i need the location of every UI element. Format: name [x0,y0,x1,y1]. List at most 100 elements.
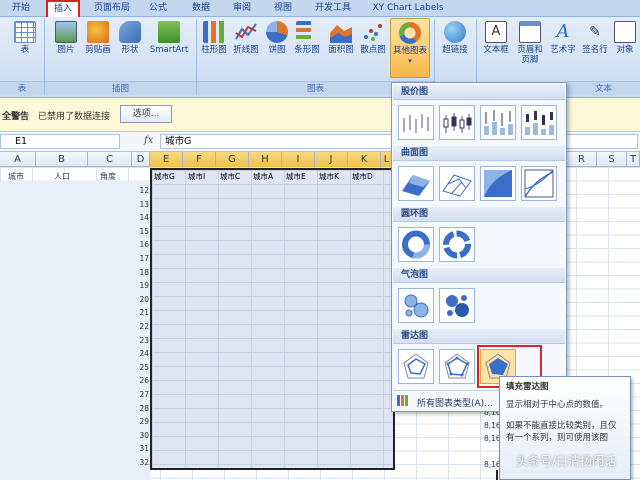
tab-review[interactable]: 审阅 [226,0,258,17]
tab-view[interactable]: 视图 [266,0,300,17]
scatter-chart-label: 散点图 [360,45,386,55]
stock-chart-thumb-4[interactable] [521,105,557,140]
row-number[interactable]: 29 [133,417,149,426]
radar-chart-thumb-1[interactable] [398,349,434,384]
row-number[interactable]: 26 [133,376,149,385]
tab-formulas[interactable]: 公式 [142,0,174,17]
textbox-button[interactable]: A 文本框 [480,21,512,55]
column-header[interactable]: S [597,152,627,167]
row-number[interactable]: 13 [133,200,149,209]
signature-line-button[interactable]: ✎ 签名行 [580,21,610,55]
row-number[interactable]: 27 [133,390,149,399]
tooltip-line1: 显示相对于中心点的数值。 [506,400,609,410]
city-header-cell[interactable]: 城市G [154,171,175,182]
row-number[interactable]: 31 [133,444,149,453]
clipart-button[interactable]: 剪贴画 [82,21,114,55]
surface-chart-thumb-3[interactable] [480,166,516,201]
row-number[interactable]: 17 [133,254,149,263]
cell-header-angle[interactable]: 角度 [100,171,116,182]
options-button[interactable]: 选项... [120,105,172,123]
column-header[interactable]: R [567,152,597,167]
stock-chart-thumb-1[interactable] [398,105,434,140]
object-button[interactable]: 对象 [612,21,638,55]
area-chart-button[interactable]: 面积图 [326,21,356,55]
column-header[interactable]: F [183,152,216,167]
globe-link-icon [444,21,466,43]
selected-range[interactable] [150,168,395,470]
row-number[interactable]: 14 [133,213,149,222]
tab-page-layout[interactable]: 页面布局 [88,0,136,17]
city-header-cell[interactable]: 城市I [188,171,205,182]
header-footer-button[interactable]: 页眉和页脚 [514,21,546,65]
stock-chart-thumb-2[interactable] [439,105,475,140]
column-header[interactable]: K [348,152,381,167]
pie-chart-label: 饼图 [268,45,286,55]
wordart-button[interactable]: A 艺术字 [548,21,578,55]
tab-developer[interactable]: 开发工具 [308,0,358,17]
row-number[interactable]: 24 [133,349,149,358]
row-number[interactable]: 30 [133,431,149,440]
row-number[interactable]: 15 [133,227,149,236]
row-number[interactable]: 22 [133,322,149,331]
bar-chart-button[interactable]: 条形图 [292,21,322,55]
doughnut-chart-thumb-1[interactable] [398,227,434,262]
table-button[interactable]: 表 [10,21,40,55]
bar-chart-label: 条形图 [294,45,320,55]
row-number[interactable]: 28 [133,404,149,413]
stock-chart-thumb-3[interactable] [480,105,516,140]
row-number[interactable]: 32 [133,458,149,467]
column-chart-label: 柱形图 [201,45,227,55]
tab-xy-chart-labels[interactable]: XY Chart Labels [370,0,446,17]
row-number[interactable]: 23 [133,336,149,345]
city-header-cell[interactable]: 城市C [220,171,240,182]
column-header[interactable]: D [132,152,150,167]
column-header[interactable]: G [216,152,249,167]
city-header-cell[interactable]: 城市A [253,171,273,182]
scatter-chart-button[interactable]: 散点图 [358,21,388,55]
row-number[interactable]: 18 [133,268,149,277]
tab-home[interactable]: 开始 [4,0,38,17]
line-chart-button[interactable]: 折线图 [230,21,262,55]
pie-chart-button[interactable]: 饼图 [264,21,290,55]
bubble-chart-thumb-2[interactable] [439,288,475,323]
fx-icon[interactable]: fx [144,135,153,146]
row-number[interactable]: 20 [133,295,149,304]
tab-insert[interactable]: 插入 [46,0,80,18]
column-header[interactable]: T [627,152,640,167]
row-number[interactable]: 19 [133,281,149,290]
column-header[interactable]: A [0,152,36,167]
city-header-cell[interactable]: 城市K [319,171,339,182]
picture-button[interactable]: 图片 [52,21,80,55]
surface-chart-thumb-2[interactable] [439,166,475,201]
signature-icon: ✎ [589,24,601,40]
surface-chart-thumb-4[interactable] [521,166,557,201]
all-chart-types-label: 所有图表类型(A)... [417,399,493,409]
column-header[interactable]: B [36,152,88,167]
other-charts-button[interactable]: 其他图表 ▾ [390,18,430,78]
surface-chart-thumb-1[interactable] [398,166,434,201]
table-label: 表 [20,45,30,55]
column-header[interactable]: C [88,152,132,167]
row-number[interactable]: 12 [133,186,149,195]
column-header[interactable]: J [315,152,348,167]
column-chart-button[interactable]: 柱形图 [198,21,230,55]
city-header-cell[interactable]: 城市E [286,171,306,182]
cell-header-city[interactable]: 城市 [8,171,24,182]
bubble-chart-thumb-1[interactable] [398,288,434,323]
hyperlink-button[interactable]: 超链接 [438,21,472,55]
tab-data[interactable]: 数据 [184,0,218,17]
city-header-cell[interactable]: 城市D [352,171,373,182]
radar-chart-thumb-2[interactable] [439,349,475,384]
section-stock: 股价图 [393,85,565,100]
column-header[interactable]: E [150,152,183,167]
smartart-button[interactable]: SmartArt [146,21,192,55]
cell-header-population[interactable]: 人口 [54,171,70,182]
shapes-button[interactable]: 形状 [116,21,144,55]
doughnut-chart-thumb-2[interactable] [439,227,475,262]
row-number[interactable]: 25 [133,363,149,372]
name-box[interactable]: E1 [0,134,120,149]
row-number[interactable]: 21 [133,308,149,317]
column-header[interactable]: I [282,152,315,167]
column-header[interactable]: H [249,152,282,167]
row-number[interactable]: 16 [133,240,149,249]
